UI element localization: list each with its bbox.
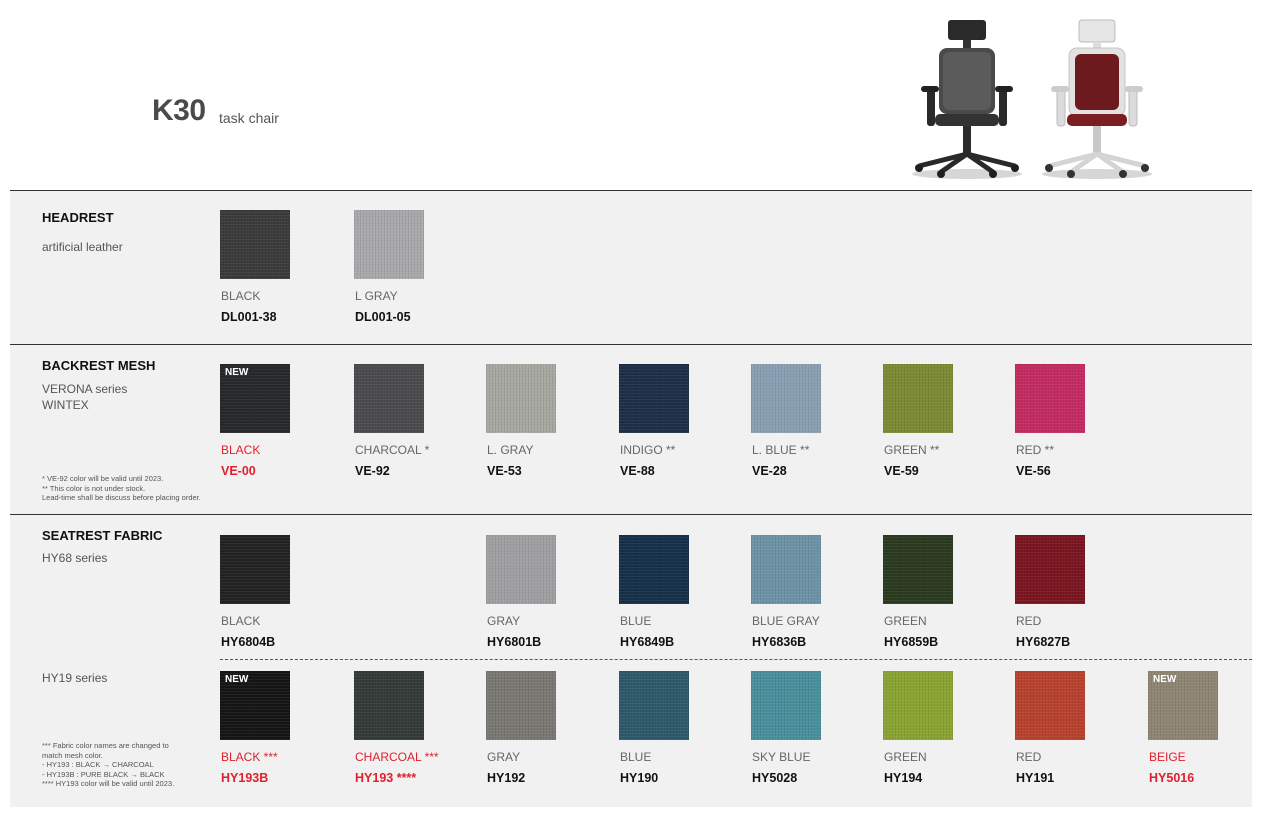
color-swatch: NEW [220, 671, 290, 740]
color-swatch [883, 535, 953, 604]
color-code: VE-00 [221, 464, 256, 478]
product-model: K30 [152, 94, 206, 127]
color-name: GREEN [884, 750, 927, 764]
color-swatch [1015, 364, 1085, 433]
color-swatch [486, 364, 556, 433]
color-swatch [619, 364, 689, 433]
color-name: L GRAY [355, 289, 398, 303]
color-swatch [1015, 671, 1085, 740]
color-swatch: NEW [220, 364, 290, 433]
new-badge: NEW [225, 367, 249, 378]
color-code: HY5028 [752, 771, 798, 785]
color-code: HY191 [1016, 771, 1055, 785]
color-code: HY6804B [221, 635, 276, 649]
color-name: BLACK *** [221, 750, 278, 764]
color-name: GRAY [487, 614, 521, 628]
hy19-footnote: *** Fabric color names are changed to ma… [42, 741, 175, 788]
color-code: HY6859B [884, 635, 939, 649]
color-name: L. GRAY [487, 443, 534, 457]
color-swatch [619, 535, 689, 604]
color-swatch [354, 210, 424, 279]
color-code: HY190 [620, 771, 659, 785]
color-code: HY192 [487, 771, 526, 785]
color-name: CHARCOAL * [355, 443, 430, 457]
color-swatch [220, 210, 290, 279]
color-code: VE-92 [355, 464, 390, 478]
color-swatch [751, 535, 821, 604]
color-swatch [883, 671, 953, 740]
color-swatch [751, 671, 821, 740]
backrest-title: BACKREST MESH [42, 358, 156, 373]
color-swatch [1015, 535, 1085, 604]
color-name: BLUE [620, 750, 652, 764]
backrest-section: BACKREST MESH VERONA series WINTEX * VE-… [10, 345, 1252, 514]
new-badge: NEW [225, 674, 249, 685]
black-chair-image [912, 20, 1022, 179]
color-code: HY193 **** [355, 771, 417, 785]
new-badge: NEW [1153, 674, 1177, 685]
color-code: HY194 [884, 771, 923, 785]
color-name: BLACK [221, 614, 261, 628]
color-swatch: NEW [1148, 671, 1218, 740]
white-chair-image [1042, 19, 1152, 179]
series-divider [220, 659, 1252, 660]
color-name: INDIGO ** [620, 443, 676, 457]
color-name: RED [1016, 750, 1042, 764]
color-swatch [486, 671, 556, 740]
hy19-subtitle: HY19 series [42, 671, 108, 685]
color-name: BLUE [620, 614, 652, 628]
color-name: L. BLUE ** [752, 443, 810, 457]
product-subtitle: task chair [219, 110, 279, 126]
color-code: HY6827B [1016, 635, 1071, 649]
color-name: RED [1016, 614, 1042, 628]
color-code: HY193B [221, 771, 269, 785]
color-name: BLUE GRAY [752, 614, 820, 628]
color-name: BLACK [221, 289, 261, 303]
color-code: HY6849B [620, 635, 675, 649]
headrest-title: HEADREST [42, 210, 114, 225]
color-code: HY6801B [487, 635, 542, 649]
color-swatch [354, 671, 424, 740]
color-code: VE-28 [752, 464, 787, 478]
color-swatch [486, 535, 556, 604]
color-code: HY6836B [752, 635, 807, 649]
color-code: DL001-05 [355, 310, 411, 324]
color-code: VE-53 [487, 464, 522, 478]
seatrest-title: SEATREST FABRIC [42, 528, 163, 543]
headrest-subtitle: artificial leather [42, 240, 123, 254]
color-name: GREEN ** [884, 443, 940, 457]
color-swatch [883, 364, 953, 433]
color-code: DL001-38 [221, 310, 277, 324]
color-name: GRAY [487, 750, 521, 764]
backrest-footnote: * VE-92 color will be valid until 2023. … [42, 474, 201, 502]
color-name: CHARCOAL *** [355, 750, 439, 764]
color-name: BEIGE [1149, 750, 1186, 764]
color-name: GREEN [884, 614, 927, 628]
color-name: SKY BLUE [752, 750, 811, 764]
color-swatch [220, 535, 290, 604]
backrest-subtitle: VERONA series WINTEX [42, 382, 128, 412]
color-code: HY5016 [1149, 771, 1195, 785]
color-name: RED ** [1016, 443, 1055, 457]
color-swatch [619, 671, 689, 740]
color-swatch [354, 364, 424, 433]
color-code: VE-59 [884, 464, 919, 478]
seatrest-section: SEATREST FABRIC HY68 series HY19 series … [10, 515, 1252, 807]
color-name: BLACK [221, 443, 261, 457]
hy68-subtitle: HY68 series [42, 551, 108, 565]
color-code: VE-88 [620, 464, 655, 478]
color-code: VE-56 [1016, 464, 1051, 478]
chair-product-images [912, 19, 1152, 179]
headrest-section: HEADREST artificial leather BLACK DL001-3… [10, 191, 1252, 344]
color-swatch [751, 364, 821, 433]
